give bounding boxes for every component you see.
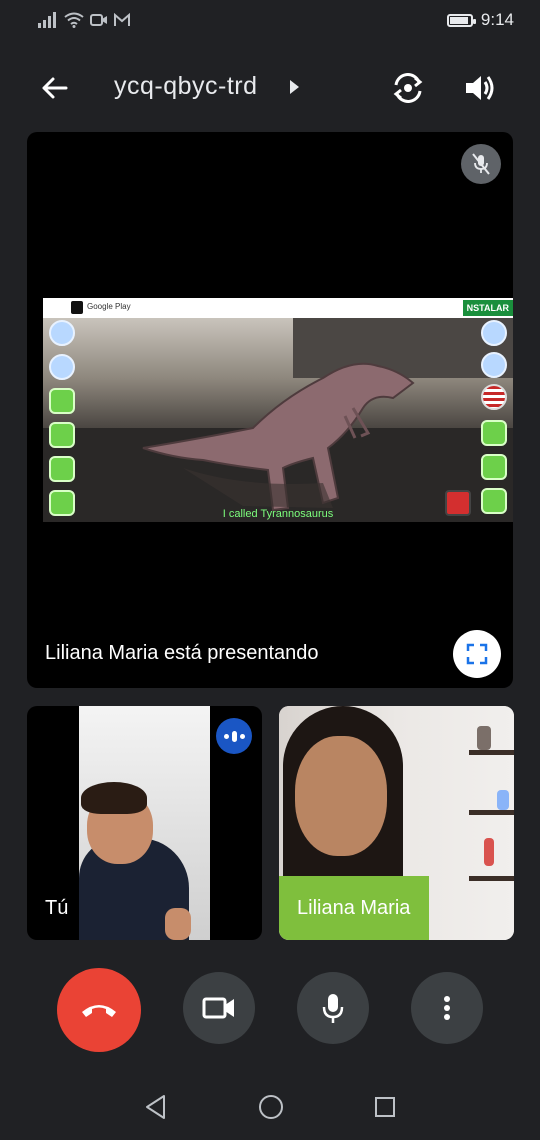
- call-controls: [0, 968, 540, 1052]
- signal-icon: [38, 12, 56, 28]
- more-vert-icon: [444, 996, 450, 1020]
- camera-toggle-button[interactable]: [183, 972, 255, 1044]
- muted-badge: [461, 144, 501, 184]
- mic-off-icon: [472, 153, 490, 175]
- top-bar: ycq-qbyc-trd: [0, 58, 540, 118]
- nav-back-icon[interactable]: [144, 1094, 166, 1120]
- shared-screen: Google Play NSTALAR I called Tyrannosaur…: [43, 298, 513, 522]
- speaking-indicator-icon: [216, 718, 252, 754]
- ar-tool-button: [481, 454, 507, 480]
- participant-tile[interactable]: Liliana Maria: [279, 706, 514, 940]
- ad-install-button: NSTALAR: [462, 300, 513, 316]
- arrow-back-icon: [42, 77, 68, 99]
- ar-tool-button: [49, 422, 75, 448]
- fullscreen-icon: [466, 643, 488, 665]
- ar-tool-button: [49, 354, 75, 380]
- nav-home-icon[interactable]: [258, 1094, 284, 1120]
- app-logo: [71, 301, 83, 314]
- ad-banner: Google Play NSTALAR: [43, 298, 513, 318]
- mic-toggle-button[interactable]: [297, 972, 369, 1044]
- status-bar: 9:14: [0, 0, 540, 44]
- ar-scene: I called Tyrannosaurus: [43, 318, 513, 522]
- battery-icon: [446, 13, 476, 27]
- self-tile[interactable]: Tú: [27, 706, 262, 940]
- ad-store-label: Google Play: [87, 302, 131, 311]
- videocam-icon: [202, 997, 234, 1019]
- status-icons-left: [38, 12, 130, 28]
- ar-tool-button: [481, 352, 507, 378]
- tyrannosaurus-model: [142, 362, 415, 512]
- fullscreen-button[interactable]: [453, 630, 501, 678]
- ar-tool-button: [481, 420, 507, 446]
- nav-recents-icon[interactable]: [374, 1096, 396, 1118]
- video-notification-icon: [90, 14, 107, 26]
- wifi-icon: [64, 12, 84, 28]
- participant-name: Tú: [45, 897, 69, 919]
- presentation-tile[interactable]: Google Play NSTALAR I called Tyrannosaur…: [27, 132, 513, 688]
- participant-name: Liliana Maria: [297, 897, 411, 919]
- meeting-code[interactable]: ycq-qbyc-trd: [114, 72, 258, 101]
- phone-hangup-icon: [82, 1005, 116, 1017]
- volume-icon: [466, 76, 494, 100]
- gmail-icon: [114, 13, 130, 26]
- presenting-label: Liliana Maria está presentando: [45, 642, 319, 664]
- speaker-button[interactable]: [460, 68, 500, 108]
- status-icons-right: 9:14: [446, 10, 514, 30]
- self-video: [79, 706, 210, 940]
- switch-camera-button[interactable]: [388, 68, 428, 108]
- ar-caption: I called Tyrannosaurus: [222, 508, 334, 520]
- navigation-bar: [0, 1072, 540, 1140]
- mic-icon: [322, 994, 344, 1023]
- status-time: 9:14: [480, 10, 514, 29]
- caret-right-icon[interactable]: [290, 80, 299, 94]
- back-button[interactable]: [34, 70, 74, 106]
- ar-tool-button: [49, 320, 75, 346]
- ar-tool-button: [49, 456, 75, 482]
- language-flag-icon: [481, 384, 507, 410]
- more-options-button[interactable]: [411, 972, 483, 1044]
- switch-camera-icon: [393, 73, 423, 103]
- ar-tool-button: [49, 388, 75, 414]
- ar-tool-button: [481, 320, 507, 346]
- end-call-button[interactable]: [57, 968, 141, 1052]
